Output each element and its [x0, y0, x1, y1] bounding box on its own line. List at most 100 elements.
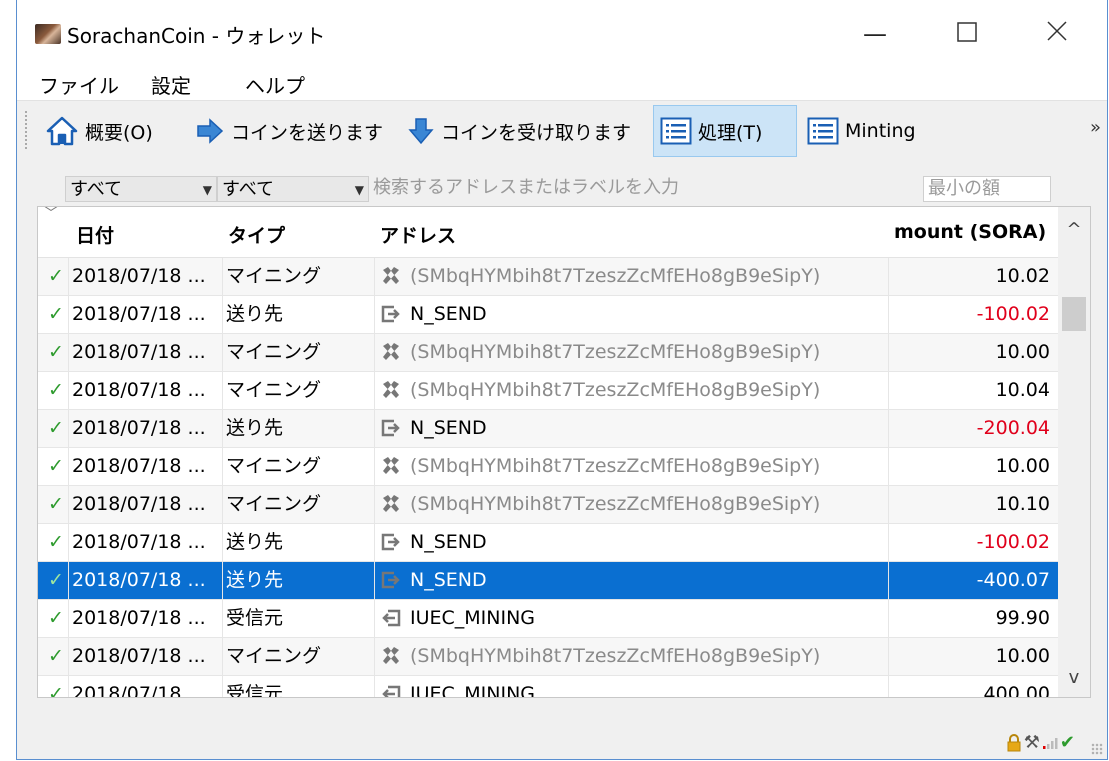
column-separator [222, 524, 223, 561]
signal-bars-icon[interactable] [1042, 736, 1058, 750]
date-filter-select[interactable]: すべて ▼ [65, 176, 217, 202]
date-filter-value: すべて [70, 179, 123, 200]
minting-label: Minting [845, 120, 916, 142]
row-address: (SMbqHYMbih8t7TzeszZcMfEHo8gB9eSipY) [410, 455, 821, 477]
row-date: 2018/07/18 ... [72, 569, 206, 591]
column-separator [222, 258, 223, 295]
minimize-button[interactable]: — [855, 14, 895, 54]
type-filter-select[interactable]: すべて ▼ [217, 176, 369, 202]
row-amount: -400.07 [976, 569, 1050, 591]
table-row[interactable]: ✓ 2018/07/18 ... 受信元 IUEC_MINING 99.90 [38, 600, 1058, 638]
row-amount: 10.10 [995, 493, 1050, 515]
row-amount: 10.04 [995, 379, 1050, 401]
address-search-input[interactable]: 検索するアドレスまたはラベルを入力 [369, 176, 923, 202]
menu-settings[interactable]: 設定 [151, 70, 191, 99]
column-separator [374, 296, 375, 333]
column-separator [888, 372, 889, 409]
app-logo-icon [35, 24, 61, 44]
maximize-button[interactable] [947, 14, 987, 54]
header-amount[interactable]: mount (SORA) [894, 221, 1046, 243]
close-button[interactable] [1037, 14, 1077, 54]
table-row[interactable]: ✓ 2018/07/18 ... 送り先 N_SEND -100.02 [38, 296, 1058, 334]
table-row[interactable]: ✓ 2018/07/18 ... 送り先 N_SEND -200.04 [38, 410, 1058, 448]
header-address[interactable]: アドレス [380, 221, 456, 248]
sort-chevron-icon[interactable]: ﹀ [44, 207, 58, 223]
mining-tools-icon[interactable]: ⚒ [1024, 732, 1040, 753]
overview-button[interactable]: 概要(O) [39, 105, 159, 157]
column-separator [222, 600, 223, 637]
window-title: SorachanCoin - ウォレット [67, 24, 326, 48]
column-separator [888, 524, 889, 561]
column-separator [888, 486, 889, 523]
send-coins-button[interactable]: コインを送ります [189, 105, 389, 157]
row-address: (SMbqHYMbih8t7TzeszZcMfEHo8gB9eSipY) [410, 379, 821, 401]
scrollbar-thumb[interactable] [1062, 297, 1086, 331]
confirmed-check-icon: ✓ [48, 683, 64, 698]
row-type: 受信元 [226, 607, 284, 629]
table-row[interactable]: ✓ 2018/07/18 ... マイニング (SMbqHYMbih8t7TzeszZ… [38, 372, 1058, 410]
minting-button[interactable]: Minting [801, 105, 922, 157]
type-filter-value: すべて [222, 179, 275, 200]
table-row[interactable]: ✓ 2018/07/18 ... マイニング (SMbqHYMbih8t7TzeszZ… [38, 258, 1058, 296]
row-amount: 10.00 [995, 645, 1050, 667]
row-address: N_SEND [410, 303, 487, 325]
confirmed-check-icon: ✓ [48, 265, 64, 287]
resize-grip[interactable] [1091, 743, 1103, 755]
row-type: マイニング [226, 645, 322, 667]
row-type: マイニング [226, 455, 322, 477]
lock-icon[interactable] [1006, 733, 1022, 752]
column-separator [374, 524, 375, 561]
row-amount: 10.00 [995, 341, 1050, 363]
table-row[interactable]: ✓ 2018/07/18 ... マイニング (SMbqHYMbih8t7TzeszZ… [38, 334, 1058, 372]
sync-check-icon[interactable]: ✔ [1060, 732, 1075, 753]
wallet-window: SorachanCoin - ウォレット — ファイル 設定 ヘルプ 概要(O)… [16, 0, 1108, 760]
transactions-button[interactable]: 処理(T) [653, 105, 797, 157]
row-date: 2018/07/18 ... [72, 303, 206, 325]
column-separator [222, 296, 223, 333]
row-type: 受信元 [226, 683, 284, 698]
table-row[interactable]: ✓ 2018/07/18 ... マイニング (SMbqHYMbih8t7TzeszZ… [38, 448, 1058, 486]
transactions-table: ﹀ 日付 タイプ アドレス mount (SORA) ✓ 2018/07/18 .… [37, 206, 1091, 698]
table-row[interactable]: ✓ 2018/07/18 ... マイニング (SMbqHYMbih8t7TzeszZ… [38, 486, 1058, 524]
table-row[interactable]: ✓ 2018/07/18 ... 送り先 N_SEND -100.02 [38, 524, 1058, 562]
column-separator [68, 486, 69, 523]
column-separator [888, 410, 889, 447]
row-amount: 10.02 [995, 265, 1050, 287]
toolbar-overflow-button[interactable]: » [1090, 117, 1101, 138]
column-separator [888, 638, 889, 675]
receive-arrow-icon [408, 118, 434, 145]
title-bar[interactable]: SorachanCoin - ウォレット — [17, 0, 1107, 68]
column-separator [68, 258, 69, 295]
column-separator [222, 410, 223, 447]
column-separator [374, 562, 375, 599]
row-address: (SMbqHYMbih8t7TzeszZcMfEHo8gB9eSipY) [410, 265, 821, 287]
menu-file[interactable]: ファイル [39, 70, 119, 99]
row-date: 2018/07/18 ... [72, 417, 206, 439]
row-amount: 10.00 [995, 455, 1050, 477]
row-type: 送り先 [226, 569, 284, 591]
table-row[interactable]: ✓ 2018/07/18 ... 受信元 IUEC_MINING 400.00 [38, 676, 1058, 698]
header-date[interactable]: 日付 [76, 221, 114, 248]
toolbar-grip[interactable] [25, 111, 27, 151]
column-separator [888, 676, 889, 697]
send-arrow-icon [197, 118, 224, 144]
row-date: 2018/07/18 ... [72, 531, 206, 553]
row-type: 送り先 [226, 417, 284, 439]
column-separator [374, 486, 375, 523]
scroll-up-icon[interactable]: ^ [1058, 215, 1090, 245]
column-separator [222, 486, 223, 523]
column-separator [374, 676, 375, 697]
confirmed-check-icon: ✓ [48, 341, 64, 363]
header-type[interactable]: タイプ [228, 221, 285, 248]
confirmed-check-icon: ✓ [48, 493, 64, 515]
table-row[interactable]: ✓ 2018/07/18 ... 送り先 N_SEND -400.07 [38, 562, 1058, 600]
row-type: マイニング [226, 265, 322, 287]
confirmed-check-icon: ✓ [48, 379, 64, 401]
vertical-scrollbar[interactable]: ^ v [1058, 207, 1090, 697]
scroll-down-icon[interactable]: v [1058, 663, 1090, 693]
receive-coins-button[interactable]: コインを受け取ります [401, 105, 637, 157]
menu-help[interactable]: ヘルプ [245, 70, 305, 99]
min-amount-input[interactable]: 最小の額 [923, 176, 1051, 202]
confirmed-check-icon: ✓ [48, 645, 64, 667]
table-row[interactable]: ✓ 2018/07/18 ... マイニング (SMbqHYMbih8t7TzeszZ… [38, 638, 1058, 676]
